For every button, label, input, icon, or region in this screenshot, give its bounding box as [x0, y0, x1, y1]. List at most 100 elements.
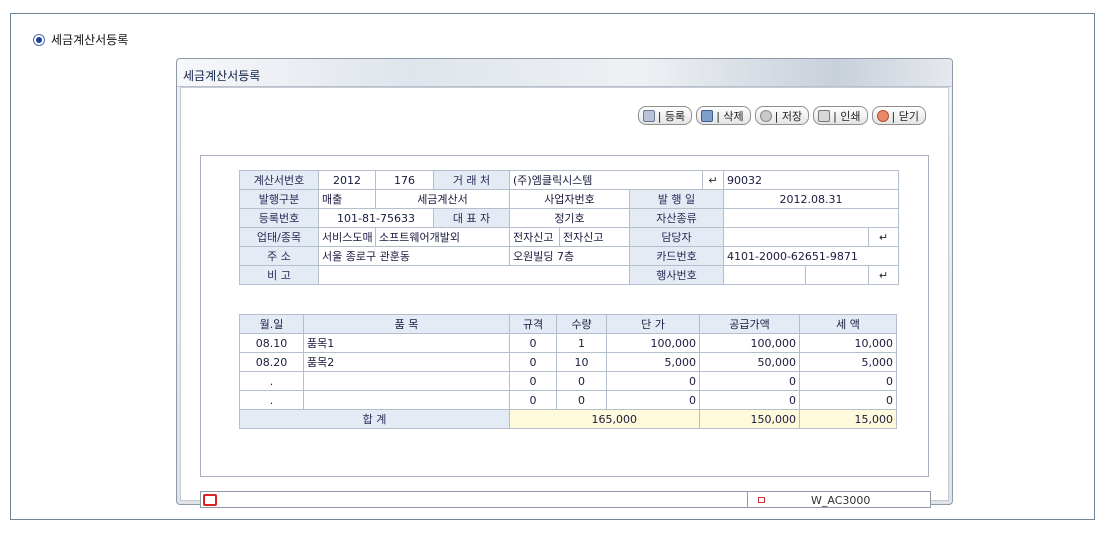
- table-row[interactable]: . 0 0 0 0 0: [239, 390, 897, 410]
- card-no-label: 카드번호: [629, 246, 724, 266]
- item-cell[interactable]: [303, 390, 510, 410]
- spec-cell[interactable]: 0: [509, 352, 557, 372]
- close-button[interactable]: | 닫기: [871, 106, 926, 125]
- date-cell[interactable]: 08.10: [239, 333, 304, 353]
- event-lookup-button[interactable]: ↵: [868, 265, 899, 285]
- item-cell[interactable]: 품목1: [303, 333, 510, 353]
- business-type-field[interactable]: 서비스도매: [318, 227, 376, 247]
- invoice-header-table: 계산서번호 2012 176 거 래 처 (주)엠클릭시스템 ↵ 90032 발…: [239, 170, 899, 285]
- qty-cell[interactable]: 10: [556, 352, 607, 372]
- invoice-panel: 계산서번호 2012 176 거 래 처 (주)엠클릭시스템 ↵ 90032 발…: [200, 155, 929, 477]
- reg-no-label: 등록번호: [239, 208, 319, 228]
- event-no-label: 행사번호: [629, 265, 724, 285]
- manager-field[interactable]: [723, 227, 869, 247]
- asset-type-label: 자산종류: [629, 208, 724, 228]
- total-row: 합 계 165,000 150,000 15,000: [239, 409, 897, 429]
- unit-price-cell[interactable]: 0: [606, 390, 700, 410]
- register-icon: [642, 109, 655, 122]
- asset-type-field[interactable]: [723, 208, 899, 228]
- close-icon: [876, 109, 889, 122]
- reg-no-field[interactable]: 101-81-75633: [318, 208, 434, 228]
- business-label: 업태/종목: [239, 227, 319, 247]
- supply-cell[interactable]: 0: [699, 371, 800, 391]
- window-titlebar[interactable]: 세금계산서등록: [177, 59, 952, 87]
- date-cell[interactable]: 08.20: [239, 352, 304, 372]
- save-button[interactable]: | 저장: [754, 106, 810, 125]
- total-supply: 150,000: [699, 409, 800, 429]
- toolbar: | 등록 | 삭제 | 저장 | 인쇄 | 닫기: [637, 106, 926, 125]
- save-icon: [759, 109, 772, 122]
- col-unit-price-header: 단 가: [606, 314, 700, 334]
- window-title: 세금계산서등록: [183, 69, 261, 83]
- address-field-1[interactable]: 서울 종로구 관훈동: [318, 246, 510, 266]
- item-cell[interactable]: 품목2: [303, 352, 510, 372]
- e-report-field-2[interactable]: 전자신고: [559, 227, 630, 247]
- tax-cell[interactable]: 5,000: [799, 352, 897, 372]
- col-date-header: 월.일: [239, 314, 304, 334]
- doc-type-field[interactable]: 세금계산서: [375, 189, 510, 209]
- date-cell[interactable]: .: [239, 371, 304, 391]
- client-code-field[interactable]: 90032: [723, 170, 899, 190]
- e-report-field-1[interactable]: 전자신고: [509, 227, 560, 247]
- supply-cell[interactable]: 100,000: [699, 333, 800, 353]
- status-divider: [747, 492, 748, 507]
- business-item-field[interactable]: 소프트웨어개발외: [375, 227, 510, 247]
- invoice-year-field[interactable]: 2012: [318, 170, 376, 190]
- screen-code: W_AC3000: [811, 494, 871, 507]
- event-no-field[interactable]: [723, 265, 806, 285]
- unit-price-cell[interactable]: 5,000: [606, 352, 700, 372]
- client-lookup-button[interactable]: ↵: [702, 170, 724, 190]
- tax-cell[interactable]: 10,000: [799, 333, 897, 353]
- tax-cell[interactable]: 0: [799, 390, 897, 410]
- total-amount: 165,000: [509, 409, 700, 429]
- radio-selected-icon[interactable]: [33, 33, 45, 46]
- invoice-window: 세금계산서등록 | 등록 | 삭제 | 저장 | 인쇄 | 닫기 계산서번호 2…: [176, 58, 953, 508]
- col-supply-header: 공급가액: [699, 314, 800, 334]
- delete-button[interactable]: | 삭제: [696, 106, 751, 125]
- print-button[interactable]: | 인쇄: [813, 106, 868, 125]
- status-bar: W_AC3000: [200, 491, 931, 508]
- remarks-field[interactable]: [318, 265, 630, 285]
- qty-cell[interactable]: 1: [556, 333, 607, 353]
- status-small-icon: [758, 497, 765, 503]
- client-name-field[interactable]: (주)엠클릭시스템: [509, 170, 703, 190]
- event-no-field-2[interactable]: [805, 265, 869, 285]
- item-cell[interactable]: [303, 371, 510, 391]
- spec-cell[interactable]: 0: [509, 390, 557, 410]
- address-label: 주 소: [239, 246, 319, 266]
- spec-cell[interactable]: 0: [509, 371, 557, 391]
- manager-lookup-button[interactable]: ↵: [868, 227, 899, 247]
- table-row[interactable]: 08.10 품목1 0 1 100,000 100,000 10,000: [239, 333, 897, 353]
- table-row[interactable]: 08.20 품목2 0 10 5,000 50,000 5,000: [239, 352, 897, 372]
- col-item-header: 품 목: [303, 314, 510, 334]
- invoice-no-label: 계산서번호: [239, 170, 319, 190]
- issue-type-field[interactable]: 매출: [318, 189, 376, 209]
- register-button[interactable]: | 등록: [637, 106, 693, 125]
- qty-cell[interactable]: 0: [556, 371, 607, 391]
- invoice-seq-field[interactable]: 176: [375, 170, 434, 190]
- unit-price-cell[interactable]: 100,000: [606, 333, 700, 353]
- issue-date-field[interactable]: 2012.08.31: [723, 189, 899, 209]
- tax-cell[interactable]: 0: [799, 371, 897, 391]
- client-label: 거 래 처: [433, 170, 510, 190]
- remarks-label: 비 고: [239, 265, 319, 285]
- card-no-field[interactable]: 4101-2000-62651-9871: [723, 246, 899, 266]
- ceo-field[interactable]: 정기호: [509, 208, 630, 228]
- spec-cell[interactable]: 0: [509, 333, 557, 353]
- address-field-2[interactable]: 오원빌딩 7층: [509, 246, 630, 266]
- total-tax: 15,000: [799, 409, 897, 429]
- table-row[interactable]: . 0 0 0 0 0: [239, 371, 897, 391]
- page-title: 세금계산서등록: [33, 31, 128, 48]
- manager-label: 담당자: [629, 227, 724, 247]
- issue-date-label: 발 행 일: [629, 189, 724, 209]
- issue-type-label: 발행구분: [239, 189, 319, 209]
- printer-icon: [818, 109, 831, 122]
- items-table: 월.일 품 목 규격 수량 단 가 공급가액 세 액 08.10 품목1 0 1…: [239, 314, 897, 429]
- window-body: | 등록 | 삭제 | 저장 | 인쇄 | 닫기 계산서번호 2012 176 …: [180, 87, 949, 508]
- date-cell[interactable]: .: [239, 390, 304, 410]
- qty-cell[interactable]: 0: [556, 390, 607, 410]
- supply-cell[interactable]: 0: [699, 390, 800, 410]
- col-spec-header: 규격: [509, 314, 557, 334]
- supply-cell[interactable]: 50,000: [699, 352, 800, 372]
- unit-price-cell[interactable]: 0: [606, 371, 700, 391]
